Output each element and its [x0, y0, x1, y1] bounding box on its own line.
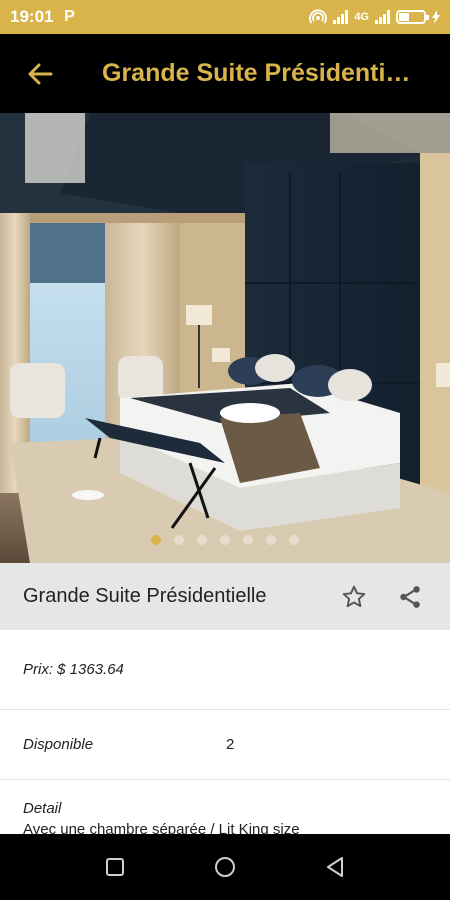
price-label: Prix: $ 1363.64 — [23, 661, 124, 678]
favorite-button[interactable] — [338, 581, 370, 613]
carousel-dot[interactable] — [197, 535, 207, 545]
battery-icon — [396, 10, 429, 24]
carousel-dot[interactable] — [266, 535, 276, 545]
share-icon — [400, 585, 420, 608]
carousel-indicator — [0, 535, 450, 545]
price-row: Prix: $ 1363.64 — [0, 630, 450, 710]
page-title: Grande Suite Présidentielle — [102, 59, 422, 87]
network-type-label: 4G — [354, 11, 369, 23]
carousel-dot[interactable] — [289, 535, 299, 545]
hotspot-icon — [309, 9, 328, 24]
arrow-back-icon — [28, 63, 53, 84]
charging-icon — [432, 10, 440, 24]
notification-p-icon: P — [64, 8, 75, 25]
availability-row: Disponible 2 — [0, 710, 450, 780]
room-photo — [0, 113, 450, 563]
room-photo-carousel[interactable] — [0, 113, 450, 563]
availability-value: 2 — [226, 736, 235, 753]
share-button[interactable] — [394, 581, 426, 613]
carousel-dot[interactable] — [243, 535, 253, 545]
signal-icon — [333, 10, 349, 24]
status-time: 19:01 — [10, 7, 54, 26]
detail-label: Detail — [23, 800, 62, 817]
star-outline-icon — [342, 585, 366, 607]
room-title-row: Grande Suite Présidentielle — [0, 563, 450, 630]
signal-2-icon — [375, 10, 390, 24]
status-bar: 19:01 P 4G — [0, 0, 450, 34]
carousel-dot[interactable] — [174, 535, 184, 545]
room-name: Grande Suite Présidentielle — [23, 585, 267, 607]
square-icon — [106, 858, 124, 876]
detail-section: Detail Avec une chambre séparée / Lit Ki… — [0, 780, 450, 834]
room-actions — [338, 581, 426, 613]
availability-label: Disponible — [23, 736, 94, 753]
app-bar: Grande Suite Présidentielle — [0, 34, 450, 113]
recents-button[interactable] — [95, 847, 135, 887]
carousel-dot[interactable] — [151, 535, 161, 545]
system-nav-bar — [0, 834, 450, 900]
back-nav-button[interactable] — [315, 847, 355, 887]
status-icons: 4G — [309, 9, 440, 25]
triangle-back-icon — [327, 857, 343, 877]
detail-text: Avec une chambre séparée / Lit King size — [23, 821, 300, 834]
back-button[interactable] — [0, 34, 80, 113]
carousel-dot[interactable] — [220, 535, 230, 545]
circle-icon — [215, 857, 235, 877]
home-button[interactable] — [205, 847, 245, 887]
